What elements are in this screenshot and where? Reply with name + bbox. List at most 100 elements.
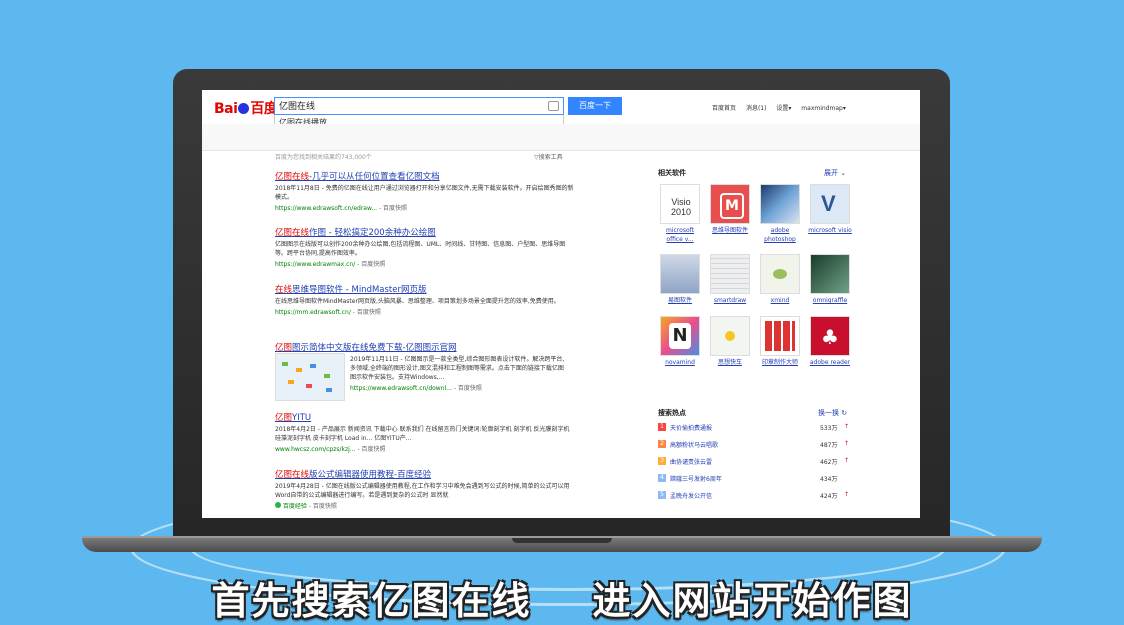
visio-2010-icon: Visio 2010 [660, 184, 700, 224]
refresh-icon: ↻ [841, 409, 848, 417]
result-title-link[interactable]: 亿图在线版公式编辑器使用教程-百度经验 [275, 468, 575, 480]
hot-item[interactable]: 4 嫦娥三号发射6周年 434万 [658, 473, 853, 487]
result-title-link[interactable]: 亿图在线作图 - 轻松搞定200余种办公绘图 [275, 226, 575, 238]
app-item[interactable]: ♣ adobe reader [808, 316, 852, 367]
search-button[interactable]: 百度一下 [568, 97, 622, 115]
hot-text: 曲协谴责张云雷 [670, 459, 713, 466]
search-box[interactable] [274, 97, 564, 115]
result-snippet: 2018年4月2日 - 产品展示 新闻资讯 下载中心 联系我们 在线留言热门关键… [275, 426, 570, 442]
arrow-up-icon: ↑ [844, 491, 850, 498]
novamind-icon: N [660, 316, 700, 356]
tab-bar [202, 124, 920, 151]
result-title-link[interactable]: 亿图图示简体中文版在线免费下载-亿图图示官网 [275, 341, 575, 353]
result-url: https://mm.edrawsoft.cn/ - 百度快照 [275, 307, 575, 316]
cache-link[interactable]: - 百度快照 [357, 446, 385, 453]
username-link[interactable]: maxmindmap▾ [801, 105, 846, 112]
app-item[interactable]: xmind [758, 254, 802, 305]
rank-badge: 5 [658, 491, 666, 499]
search-result: 亿图YITU 2018年4月2日 - 产品展示 新闻资讯 下载中心 联系我们 在… [275, 411, 575, 453]
app-item[interactable]: M 思维导图软件 [708, 184, 752, 235]
url-text[interactable]: https://www.edrawsoft.cn/edraw... [275, 205, 377, 212]
smartdraw-icon [710, 254, 750, 294]
result-thumbnail[interactable] [275, 353, 345, 401]
app-item[interactable]: Visio 2010 microsoft office v... [658, 184, 702, 244]
search-result: 亿图图示简体中文版在线免费下载-亿图图示官网 2019年11月11日 - 亿图图… [275, 341, 575, 401]
home-link[interactable]: 百度首页 [712, 105, 736, 112]
cache-link[interactable]: - 百度快照 [309, 503, 337, 510]
visio-icon: V [810, 184, 850, 224]
result-snippet: 在线思维导图软件MindMaster网页版,头脑风暴、思维整理、项目策划多场景全… [275, 298, 560, 305]
photoshop-icon [760, 184, 800, 224]
hot-search-panel: 搜索热点 换一换 ↻ 1 天价偷拍费通报 533万 ↑ 2 高额粉状马云唱歌 487万 ↑ … [658, 408, 858, 500]
url-text[interactable]: https://mm.edrawsoft.cn/ [275, 309, 351, 316]
result-title-link[interactable]: 在线思维导图软件 - MindMaster网页版 [275, 283, 575, 295]
arrow-up-icon: ↑ [844, 423, 850, 430]
search-result: 亿图在线作图 - 轻松搞定200余种办公绘图 亿图图示在线版可以创作200余种办… [275, 226, 575, 268]
title-text: 思维导图软件 - MindMaster网页版 [292, 285, 427, 295]
seal-maker-icon [760, 316, 800, 356]
video-caption: 首先搜索亿图在线 进入网站开始作图 [211, 579, 913, 623]
hot-count: 487万 [820, 442, 838, 449]
hot-count: 424万 [820, 493, 838, 500]
app-item[interactable]: V microsoft visio [808, 184, 852, 235]
adobe-reader-icon: ♣ [810, 316, 850, 356]
hot-text: 孟晚舟发公开信 [670, 493, 713, 500]
camera-icon[interactable] [548, 101, 559, 111]
result-url: 百度经验 - 百度快照 [275, 501, 575, 510]
hot-count: 533万 [820, 425, 838, 432]
title-text: 图示简体中文版在线免费下载-亿图图示官网 [292, 343, 457, 353]
hot-count: 462万 [820, 459, 838, 466]
url-text[interactable]: https://www.edrawmax.cn/ [275, 261, 355, 268]
app-item[interactable]: 易图软件 [658, 254, 702, 305]
baidu-logo[interactable]: Bai 百度 [214, 98, 278, 118]
search-input[interactable] [279, 100, 539, 110]
highlight: 在线 [275, 285, 293, 295]
app-label: smartdraw [713, 297, 747, 304]
app-label: xmind [770, 297, 790, 304]
app-label: adobe photoshop [764, 227, 796, 243]
title-text: 作图 - 轻松搞定200余种办公绘图 [309, 228, 436, 238]
app-item[interactable]: omnigraffle [808, 254, 852, 305]
search-tools-label: 搜索工具 [538, 154, 563, 161]
cache-link[interactable]: - 百度快照 [379, 205, 407, 212]
app-item[interactable]: 印章制作大师 [758, 316, 802, 367]
cache-link[interactable]: - 百度快照 [454, 385, 482, 392]
cache-link[interactable]: - 百度快照 [357, 261, 385, 268]
app-label: omnigraffle [812, 297, 848, 304]
result-title-link[interactable]: 亿图在线-几乎可以从任何位置查看亿图文档 [275, 170, 575, 182]
result-url: https://www.edrawsoft.cn/edraw... - 百度快照 [275, 203, 575, 212]
hot-item[interactable]: 2 高额粉状马云唱歌 487万 ↑ [658, 439, 853, 453]
settings-link[interactable]: 设置▾ [776, 105, 791, 112]
highlight: 亿图在线 [275, 228, 310, 238]
url-text[interactable]: https://www.edrawsoft.cn/downl... [350, 385, 452, 392]
hot-item[interactable]: 5 孟晚舟发公开信 424万 ↑ [658, 490, 853, 504]
result-snippet: 2019年11月11日 - 亿图图示是一款全类型,综合图形图表设计软件。解决跨平… [350, 356, 565, 381]
highlight: 亿图 [275, 343, 293, 353]
arrow-up-icon: ↑ [844, 457, 850, 464]
app-item[interactable]: smartdraw [708, 254, 752, 305]
refresh-link[interactable]: 换一换 ↻ [818, 408, 847, 418]
app-label: 易图软件 [667, 297, 692, 304]
app-item[interactable]: 思想快车 [708, 316, 752, 367]
result-url: www.hwcsz.com/cpzs/kzj... - 百度快照 [275, 444, 575, 453]
related-software-panel: 相关软件 展开 ⌄ Visio 2010 microsoft office v.… [658, 168, 858, 366]
hot-item[interactable]: 1 天价偷拍费通报 533万 ↑ [658, 422, 853, 436]
url-text[interactable]: www.hwcsz.com/cpzs/kzj... [275, 446, 356, 453]
url-text[interactable]: 百度经验 [283, 503, 307, 510]
user-links: 百度首页 消息(1) 设置▾ maxmindmap▾ [712, 103, 854, 112]
search-tools-button[interactable]: ▽搜索工具 [534, 152, 563, 161]
app-label: novamind [665, 359, 695, 366]
rank-badge: 4 [658, 474, 666, 482]
cache-link[interactable]: - 百度快照 [353, 309, 381, 316]
search-result: 亿图在线-几乎可以从任何位置查看亿图文档 2018年11月8日 - 免费的亿图在… [275, 170, 575, 212]
app-label: 思想快车 [717, 359, 742, 366]
hot-item[interactable]: 3 曲协谴责张云雷 462万 ↑ [658, 456, 853, 470]
messages-link[interactable]: 消息(1) [746, 105, 767, 112]
result-title-link[interactable]: 亿图YITU [275, 411, 575, 423]
xmind-icon [760, 254, 800, 294]
expand-link[interactable]: 展开 ⌄ [824, 168, 846, 178]
app-label: 印章制作大师 [761, 359, 798, 366]
mindmaster-icon: M [710, 184, 750, 224]
app-item[interactable]: N novamind [658, 316, 702, 367]
app-item[interactable]: adobe photoshop [758, 184, 802, 244]
